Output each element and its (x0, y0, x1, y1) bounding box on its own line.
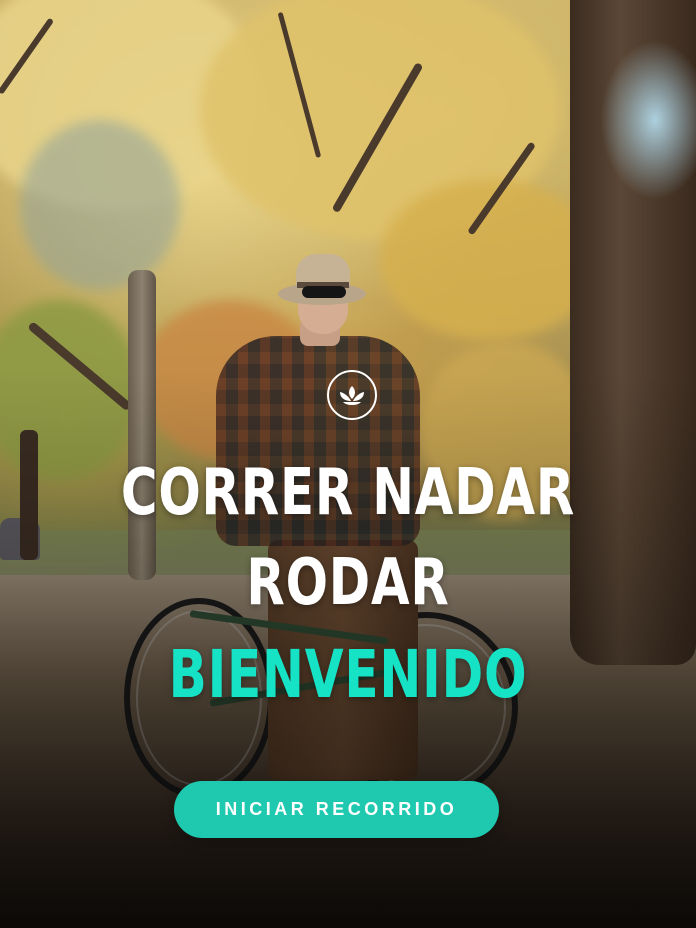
start-tour-button[interactable]: INICIAR RECORRIDO (174, 781, 499, 838)
headline-line-2: RODAR (246, 546, 450, 620)
start-tour-button-label: INICIAR RECORRIDO (215, 799, 458, 819)
lotus-icon (327, 370, 377, 420)
headline-line-1: CORRER NADAR (120, 456, 576, 530)
hero-overlay: CORRER NADAR RODAR BIENVENIDO INICIAR RE… (0, 0, 696, 928)
welcome-title: BIENVENIDO (168, 636, 528, 713)
lotus-icon-graphic (340, 386, 364, 405)
